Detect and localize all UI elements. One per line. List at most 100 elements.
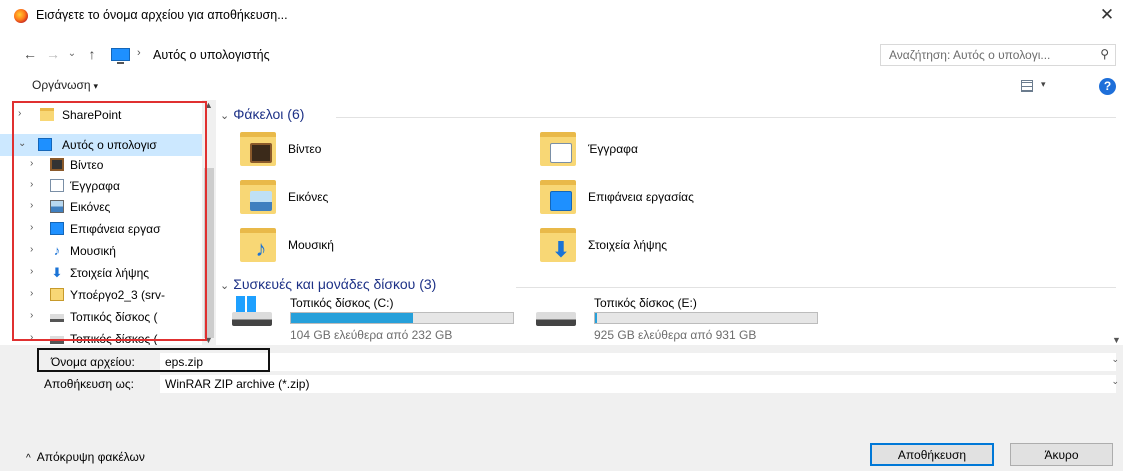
local-disk-icon (50, 314, 64, 322)
nav-item-label: Υποέργο2_3 (srv- (70, 288, 165, 302)
drive-icon (536, 312, 576, 326)
nav-item-label: Έγγραφα (70, 179, 120, 193)
folder-pictures[interactable]: Εικόνες (240, 178, 500, 218)
nav-item-music[interactable]: › ♪ Μουσική (0, 240, 204, 262)
filename-input[interactable] (160, 353, 1116, 371)
nav-item-pictures[interactable]: › Εικόνες (0, 196, 204, 218)
caret-down-icon: ▾ (93, 81, 99, 91)
nav-item-label: Εικόνες (70, 200, 111, 214)
organize-menu-button[interactable]: Οργάνωση ▾ (32, 78, 98, 92)
drive-c[interactable]: Τοπικός δίσκος (C:) 104 GB ελεύθερα από … (232, 294, 532, 345)
folders-header-label: Φάκελοι (6) (233, 106, 305, 122)
forward-arrow-icon[interactable]: → (45, 44, 61, 64)
search-input[interactable]: Αναζήτηση: Αυτός ο υπολογι... ⚲ (880, 44, 1116, 66)
help-icon[interactable]: ? (1099, 78, 1116, 95)
recent-locations-chevron-icon[interactable]: ⌄ (64, 44, 80, 64)
folder-documents[interactable]: Έγγραφα (540, 130, 800, 170)
hide-folders-toggle[interactable]: ^ Απόκρυψη φακέλων (26, 450, 145, 464)
search-icon[interactable]: ⚲ (1100, 47, 1109, 61)
nav-item-sharepoint[interactable]: › SharePoint (0, 104, 204, 126)
nav-item-local-disk-c[interactable]: › Τοπικός δίσκος ( (0, 306, 204, 328)
expand-chevron-icon[interactable]: › (18, 108, 21, 119)
documents-folder-icon (540, 132, 576, 166)
nav-item-label: Βίντεο (70, 158, 104, 172)
devices-header-label: Συσκευές και μονάδες δίσκου (3) (233, 276, 437, 292)
drive-usage-bar (594, 312, 818, 324)
desktop-folder-icon (540, 180, 576, 214)
nav-item-label: Αυτός ο υπολογισ (62, 138, 157, 152)
video-folder-icon (240, 132, 276, 166)
folder-label: Στοιχεία λήψης (588, 238, 668, 252)
expand-chevron-icon[interactable]: › (30, 288, 33, 299)
save-button[interactable]: Αποθήκευση (870, 443, 994, 466)
folder-downloads[interactable]: ⬇ Στοιχεία λήψης (540, 226, 800, 266)
computer-icon (38, 138, 52, 151)
drive-free-space: 925 GB ελεύθερα από 931 GB (594, 328, 757, 342)
nav-item-label: Μουσική (70, 244, 116, 258)
address-bar-row: ← → ⌄ ↑ › Αυτός ο υπολογιστής ⌄ ↻ Αναζήτ… (0, 40, 1123, 68)
expand-chevron-icon[interactable]: › (30, 332, 33, 343)
folders-section-header[interactable]: ⌄ Φάκελοι (6) (220, 106, 304, 122)
file-fields-panel: Όνομα αρχείου: ⌄ Αποθήκευση ως: WinRAR Z… (0, 345, 1123, 395)
scroll-down-icon[interactable]: ▼ (204, 335, 213, 345)
folder-music[interactable]: ♪ Μουσική (240, 226, 500, 266)
collapse-chevron-icon[interactable]: ⌄ (220, 110, 229, 122)
organize-label: Οργάνωση (32, 78, 91, 92)
drive-e[interactable]: Τοπικός δίσκος (E:) 925 GB ελεύθερα από … (536, 294, 836, 345)
back-arrow-icon[interactable]: ← (22, 44, 38, 64)
nav-item-documents[interactable]: › Έγγραφα (0, 175, 204, 197)
save-as-type-select[interactable]: WinRAR ZIP archive (*.zip) (160, 375, 1116, 393)
content-scrollbar[interactable]: ▼ (1109, 100, 1123, 345)
hide-folders-label: Απόκρυψη φακέλων (36, 450, 145, 464)
downloads-icon: ⬇ (51, 265, 63, 280)
folder-label: Εικόνες (288, 190, 329, 204)
nav-item-network-drive[interactable]: › Υποέργο2_3 (srv- (0, 284, 204, 306)
scroll-down-icon[interactable]: ▼ (1112, 335, 1121, 345)
expand-chevron-icon[interactable]: › (30, 266, 33, 277)
scrollbar-thumb[interactable] (204, 168, 214, 338)
video-icon (50, 158, 64, 171)
section-divider (516, 287, 1116, 288)
caret-down-icon: ▾ (1041, 79, 1046, 89)
expand-chevron-icon[interactable]: › (30, 244, 33, 255)
drive-usage-bar (290, 312, 514, 324)
computer-icon (111, 48, 130, 64)
change-view-button[interactable]: ▾ (1021, 78, 1051, 96)
title-bar: Εισάγετε το όνομα αρχείου για αποθήκευση… (0, 0, 1123, 32)
expand-chevron-icon[interactable]: › (30, 222, 33, 233)
search-placeholder: Αναζήτηση: Αυτός ο υπολογι... (889, 48, 1051, 62)
nav-item-label: SharePoint (62, 108, 122, 122)
folder-label: Έγγραφα (588, 142, 638, 156)
navigation-pane: › SharePoint ⌄ Αυτός ο υπολογισ › Βίντεο… (0, 100, 204, 345)
up-arrow-icon[interactable]: ↑ (84, 44, 100, 64)
folder-videos[interactable]: Βίντεο (240, 130, 500, 170)
filename-dropdown-icon[interactable]: ⌄ (1111, 354, 1119, 365)
navigation-scrollbar[interactable]: ▲ ▼ (202, 100, 216, 345)
devices-section-header[interactable]: ⌄ Συσκευές και μονάδες δίσκου (3) (220, 276, 436, 292)
nav-item-downloads[interactable]: › ⬇ Στοιχεία λήψης (0, 262, 204, 284)
expand-chevron-icon[interactable]: › (30, 310, 33, 321)
collapse-chevron-icon[interactable]: ⌄ (18, 138, 26, 149)
close-icon[interactable]: ✕ (1097, 4, 1117, 26)
nav-item-this-pc[interactable]: ⌄ Αυτός ο υπολογισ (0, 134, 204, 156)
nav-item-local-disk-e[interactable]: › Τοπικός δίσκος ( (0, 328, 204, 345)
save-as-type-row: Αποθήκευση ως: WinRAR ZIP archive (*.zip… (0, 374, 1123, 394)
nav-item-label: Στοιχεία λήψης (70, 266, 150, 280)
collapse-chevron-icon[interactable]: ⌄ (220, 280, 229, 292)
network-drive-icon (50, 288, 64, 301)
cancel-button[interactable]: Άκυρο (1010, 443, 1113, 466)
expand-chevron-icon[interactable]: › (30, 158, 33, 169)
expand-chevron-icon[interactable]: › (30, 200, 33, 211)
address-box[interactable]: › Αυτός ο υπολογιστής ⌄ ↻ (108, 44, 952, 66)
expand-chevron-icon[interactable]: › (30, 179, 33, 190)
scroll-up-icon[interactable]: ▲ (204, 100, 213, 110)
filename-label: Όνομα αρχείου: (51, 355, 135, 369)
nav-item-videos[interactable]: › Βίντεο (0, 154, 204, 176)
nav-item-desktop[interactable]: › Επιφάνεια εργασ (0, 218, 204, 240)
folder-desktop[interactable]: Επιφάνεια εργασίας (540, 178, 800, 218)
dialog-footer: ^ Απόκρυψη φακέλων Αποθήκευση Άκυρο (0, 395, 1123, 471)
downloads-folder-icon: ⬇ (540, 228, 576, 262)
breadcrumb-chevron-icon[interactable]: › (137, 47, 141, 59)
save-as-dropdown-icon[interactable]: ⌄ (1111, 376, 1119, 387)
breadcrumb-location[interactable]: Αυτός ο υπολογιστής (153, 48, 270, 62)
